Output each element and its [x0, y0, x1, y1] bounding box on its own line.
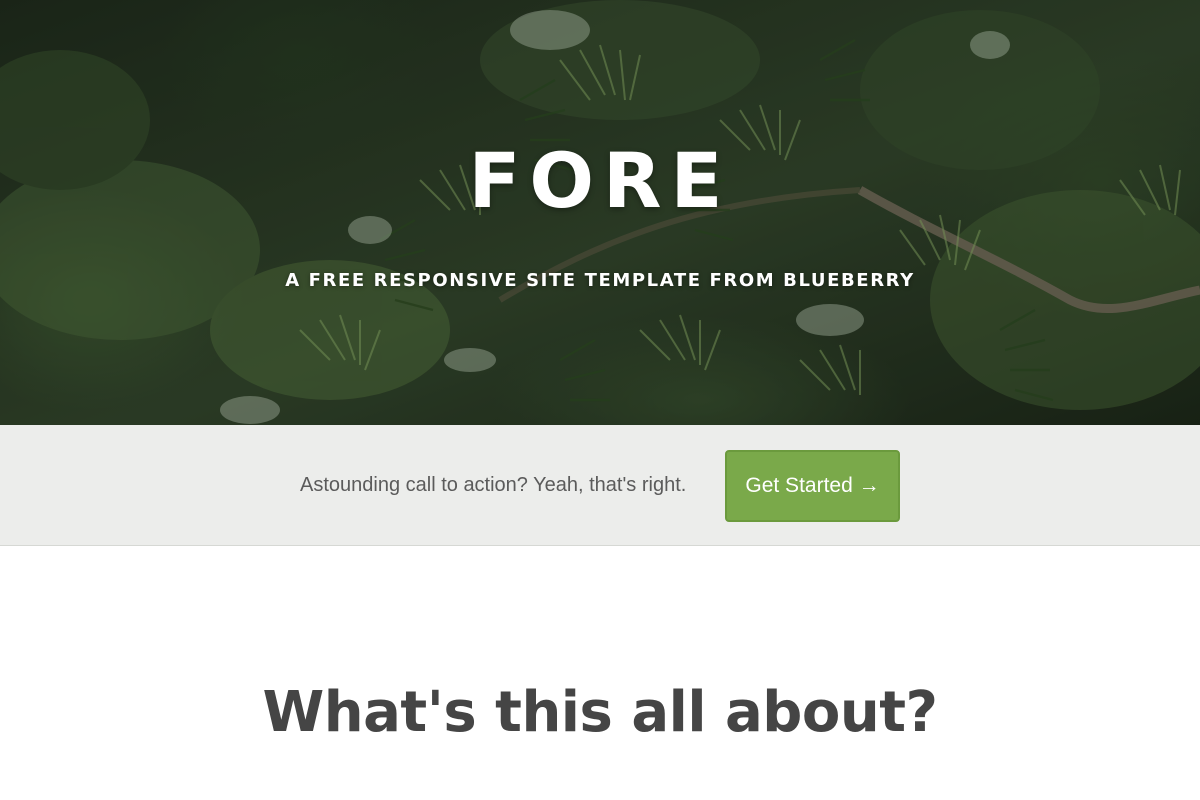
call-to-action-container: Astounding call to action? Yeah, that's … [0, 425, 1200, 545]
about-heading: What's this all about? [262, 680, 938, 745]
site-title: FORE [468, 136, 732, 225]
site-tagline: A FREE RESPONSIVE SITE TEMPLATE FROM BLU… [285, 270, 915, 291]
about-section: What's this all about? [0, 546, 1200, 800]
call-to-action-bar: Astounding call to action? Yeah, that's … [0, 425, 1200, 546]
call-to-action-text: Astounding call to action? Yeah, that's … [300, 474, 687, 496]
hero-section: FORE A FREE RESPONSIVE SITE TEMPLATE FRO… [0, 0, 1200, 425]
get-started-button[interactable]: Get Started → [725, 450, 900, 522]
